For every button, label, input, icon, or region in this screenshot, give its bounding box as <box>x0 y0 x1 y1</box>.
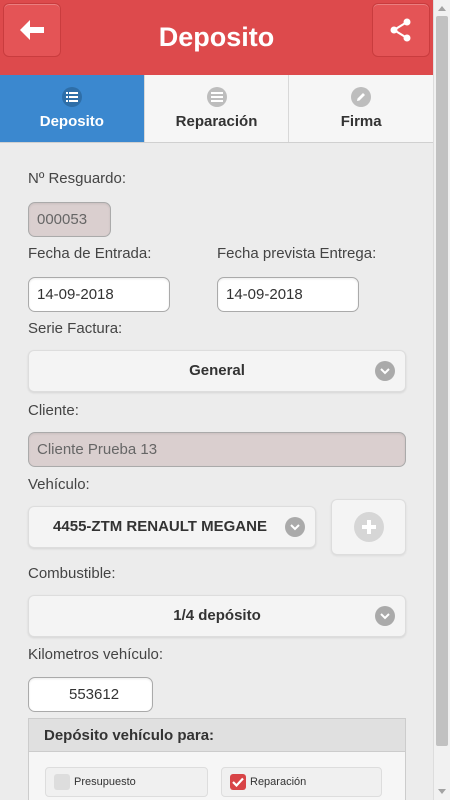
scrollbar[interactable] <box>433 0 450 800</box>
deposito-legend: Depósito vehículo para: <box>29 719 405 752</box>
km-label: Kilometros vehículo: <box>28 646 164 663</box>
tab-deposito[interactable]: Deposito <box>0 75 145 142</box>
chevron-down-icon <box>375 361 395 381</box>
checkbox-checked-icon <box>230 774 246 790</box>
app-header: Deposito <box>0 0 433 75</box>
fecha-entrada-input[interactable]: 14-09-2018 <box>28 277 170 312</box>
page-title: Deposito <box>158 22 275 52</box>
vehiculo-select[interactable]: 4455-ZTM RENAULT MEGANE <box>28 506 316 548</box>
fecha-entrega-input[interactable]: 14-09-2018 <box>217 277 359 312</box>
tab-firma[interactable]: Firma <box>289 75 434 142</box>
back-button[interactable] <box>3 3 61 57</box>
resguardo-label: Nº Resguardo: <box>28 170 127 187</box>
combustible-label: Combustible: <box>28 565 116 582</box>
combustible-value: 1/4 depósito <box>173 607 261 624</box>
bars-icon <box>206 87 227 107</box>
tab-label: Deposito <box>39 113 104 130</box>
presupuesto-checkbox[interactable]: Presupuesto <box>45 767 208 797</box>
chevron-down-icon <box>285 517 305 537</box>
share-icon <box>390 18 411 42</box>
scroll-thumb[interactable] <box>436 16 448 746</box>
pencil-icon <box>351 87 372 107</box>
serie-label: Serie Factura: <box>28 320 123 337</box>
fecha-entrega-label: Fecha prevista Entrega: <box>217 245 377 262</box>
tab-label: Reparación <box>175 113 258 130</box>
tab-reparacion[interactable]: Reparación <box>144 75 290 142</box>
serie-value: General <box>189 362 245 379</box>
plus-icon <box>353 512 384 542</box>
cliente-label: Cliente: <box>28 402 79 419</box>
vehiculo-value: 4455-ZTM RENAULT MEGANE <box>53 518 267 535</box>
tab-bar: Deposito Reparación Firma <box>0 75 434 143</box>
share-button[interactable] <box>372 3 430 57</box>
arrow-left-icon <box>20 20 44 40</box>
deposito-fieldset: Depósito vehículo para: Presupuesto Repa… <box>28 718 406 800</box>
vehiculo-label: Vehículo: <box>28 476 90 493</box>
reparacion-checkbox[interactable]: Reparación <box>221 767 382 797</box>
fecha-entrada-label: Fecha de Entrada: <box>28 245 152 262</box>
serie-select[interactable]: General <box>28 350 406 392</box>
add-vehicle-button[interactable] <box>331 499 406 555</box>
chevron-down-icon <box>375 606 395 626</box>
resguardo-field: 000053 <box>28 202 111 237</box>
checkbox-label: Reparación <box>250 776 307 788</box>
km-input[interactable]: 553612 <box>28 677 153 712</box>
cliente-field: Cliente Prueba 13 <box>28 432 406 467</box>
scroll-down-arrow-icon[interactable] <box>438 789 446 794</box>
combustible-select[interactable]: 1/4 depósito <box>28 595 406 637</box>
checkbox-unchecked-icon <box>54 774 70 790</box>
scroll-up-arrow-icon[interactable] <box>438 6 446 11</box>
tab-label: Firma <box>340 113 382 130</box>
list-icon <box>61 87 82 107</box>
checkbox-label: Presupuesto <box>74 776 136 788</box>
